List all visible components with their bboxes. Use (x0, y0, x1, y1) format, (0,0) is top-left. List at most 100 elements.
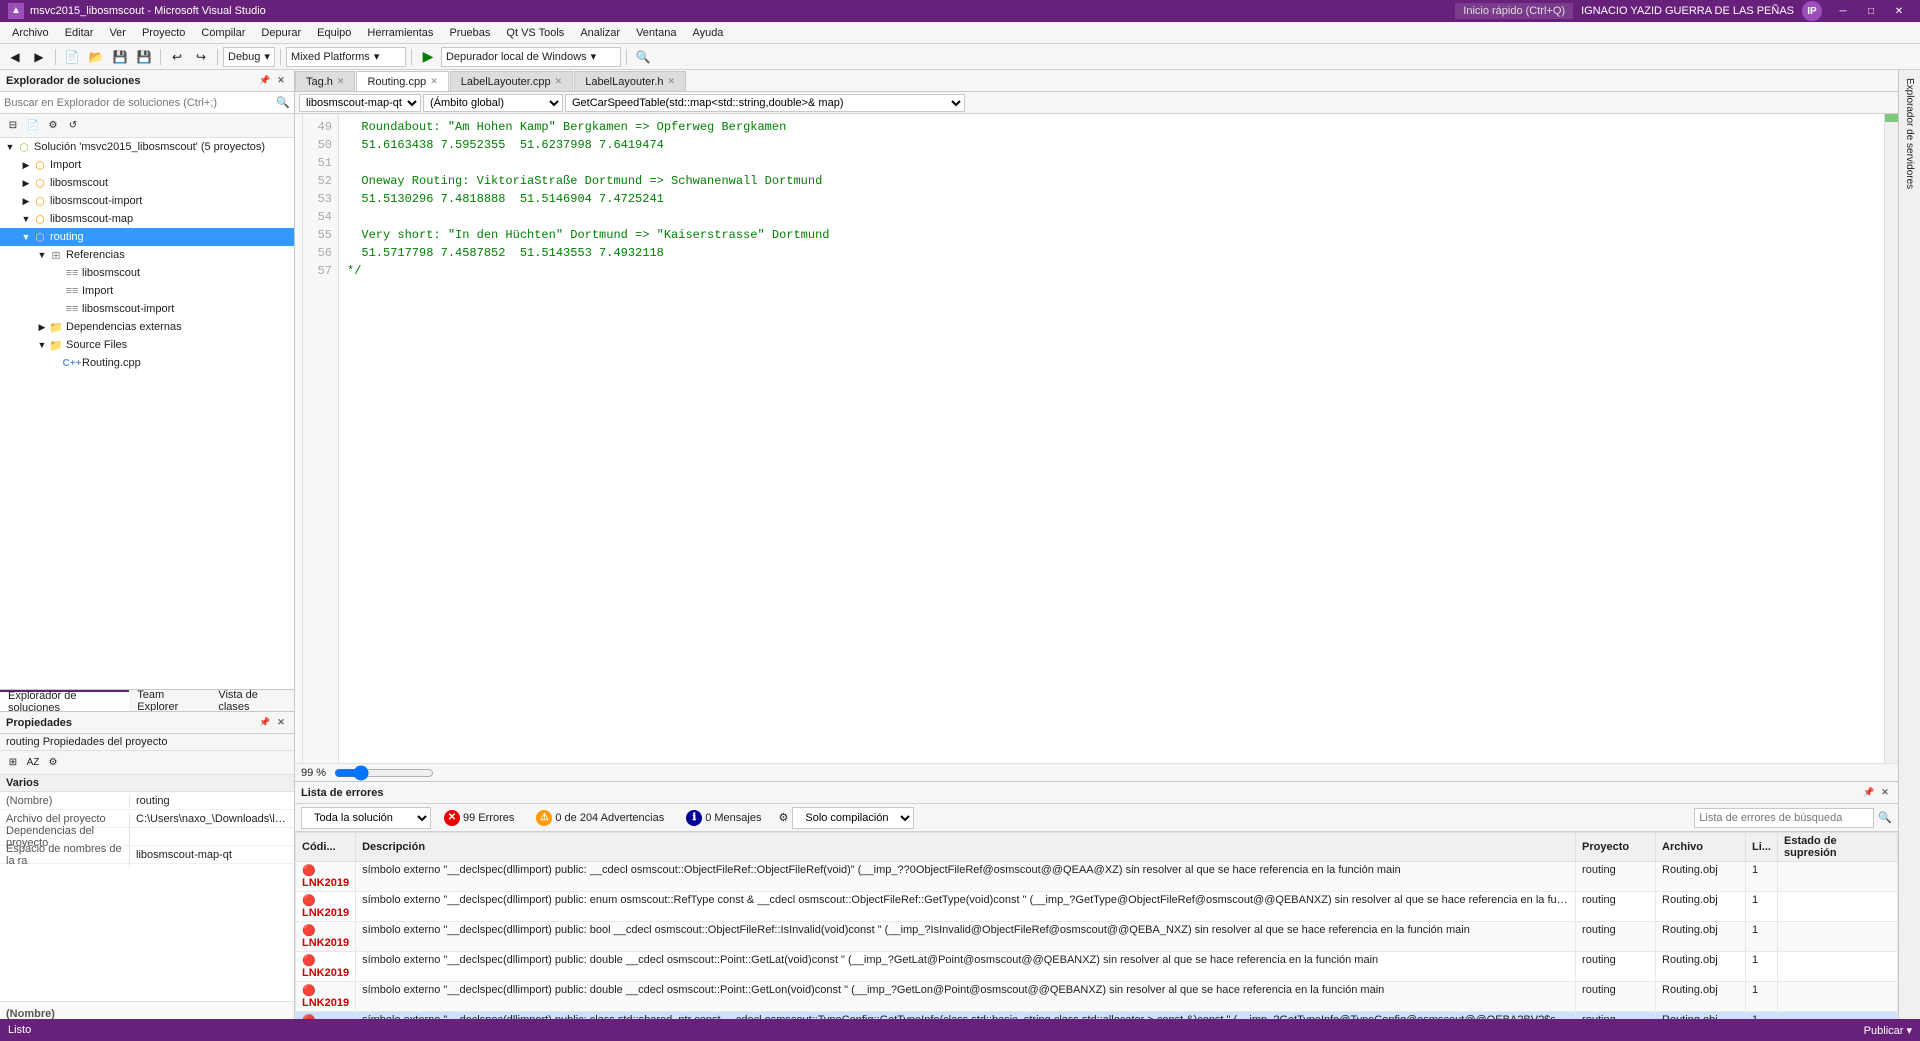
tree-ref-libosmscout[interactable]: ≡≡ libosmscout (0, 264, 294, 282)
properties-button[interactable]: ⚙ (44, 117, 62, 135)
libosmscout-toggle[interactable]: ▶ (20, 178, 32, 189)
warnings-filter-button[interactable]: ⚠ 0 de 204 Advertencias (527, 807, 673, 829)
publish-button[interactable]: Publicar ▾ (1864, 1024, 1912, 1037)
deps-externas-toggle[interactable]: ▶ (36, 322, 48, 333)
menu-archivo[interactable]: Archivo (4, 25, 57, 41)
col-file[interactable]: Archivo (1656, 833, 1746, 862)
tree-ref-import[interactable]: ≡≡ Import (0, 282, 294, 300)
col-description[interactable]: Descripción (356, 833, 1576, 862)
source-files-toggle[interactable]: ▼ (36, 340, 48, 350)
file-selector-dropdown[interactable]: libosmscout-map-qt (299, 94, 421, 112)
menu-qtvs[interactable]: Qt VS Tools (498, 25, 572, 41)
tree-deps-externas[interactable]: ▶ 📁 Dependencias externas (0, 318, 294, 336)
col-code[interactable]: Códi... (296, 833, 356, 862)
menu-herramientas[interactable]: Herramientas (359, 25, 441, 41)
props-categorized-btn[interactable]: ⊞ (4, 754, 22, 772)
tab-labellayouterh-close[interactable]: ✕ (668, 76, 676, 87)
menu-equipo[interactable]: Equipo (309, 25, 359, 41)
col-suppress[interactable]: Estado de supresión (1778, 833, 1898, 862)
forward-button[interactable]: ▶ (28, 47, 50, 67)
menu-ayuda[interactable]: Ayuda (684, 25, 731, 41)
tree-libosmscout-map[interactable]: ▼ ⬡ libosmscout-map (0, 210, 294, 228)
error-search-input[interactable] (1694, 808, 1874, 828)
props-close-button[interactable]: ✕ (274, 716, 288, 730)
routing-toggle[interactable]: ▼ (20, 232, 32, 242)
col-line[interactable]: Li... (1746, 833, 1778, 862)
tab-labellayouterh[interactable]: LabelLayouter.h ✕ (574, 71, 686, 91)
collapse-all-button[interactable]: ⊟ (4, 117, 22, 135)
error-panel-pin[interactable]: 📌 (1862, 786, 1876, 800)
scope-filter-dropdown[interactable]: Toda la solución (301, 807, 431, 829)
error-table-row[interactable]: 🔴 LNK2019 símbolo externo "__declspec(dl… (296, 952, 1898, 982)
tab-explorador-soluciones[interactable]: Explorador de soluciones (0, 690, 129, 711)
error-table-row[interactable]: 🔴 LNK2019 símbolo externo "__declspec(dl… (296, 922, 1898, 952)
tab-labellayoutercpp-close[interactable]: ✕ (555, 76, 563, 87)
tab-tagh-close[interactable]: ✕ (337, 76, 345, 87)
error-table-row[interactable]: 🔴 LNK2019 símbolo externo "__declspec(dl… (296, 982, 1898, 1012)
right-tab-server-explorer[interactable]: Explorador de servidores (1900, 74, 1919, 193)
maximize-button[interactable]: □ (1858, 0, 1884, 22)
error-table-row[interactable]: 🔴 LNK2019 símbolo externo "__declspec(dl… (296, 892, 1898, 922)
tree-routing[interactable]: ▼ ⬡ routing (0, 228, 294, 246)
platform-dropdown[interactable]: Mixed Platforms ▾ (286, 47, 406, 67)
menu-editar[interactable]: Editar (57, 25, 102, 41)
menu-ventana[interactable]: Ventana (628, 25, 684, 41)
menu-compilar[interactable]: Compilar (193, 25, 253, 41)
back-button[interactable]: ◀ (4, 47, 26, 67)
tab-vista-clases[interactable]: Vista de clases (210, 690, 294, 711)
build-filter-dropdown[interactable]: Solo compilación (792, 807, 914, 829)
new-file-button[interactable]: 📄 (61, 47, 83, 67)
messages-filter-button[interactable]: ℹ 0 Mensajes (677, 807, 770, 829)
build-config-dropdown[interactable]: Debug ▾ (223, 47, 275, 67)
props-properties-btn[interactable]: ⚙ (44, 754, 62, 772)
redo-button[interactable]: ↪ (190, 47, 212, 67)
editor-scrollbar[interactable] (1884, 114, 1898, 763)
menu-pruebas[interactable]: Pruebas (441, 25, 498, 41)
import-toggle[interactable]: ▶ (20, 160, 32, 171)
debug-target-dropdown[interactable]: Depurador local de Windows ▾ (441, 47, 621, 67)
solution-search-box[interactable]: 🔍 (0, 92, 294, 114)
menu-proyecto[interactable]: Proyecto (134, 25, 193, 41)
col-project[interactable]: Proyecto (1576, 833, 1656, 862)
play-button[interactable]: ▶ (417, 47, 439, 67)
search-button[interactable]: 🔍 (632, 47, 654, 67)
save-button[interactable]: 💾 (109, 47, 131, 67)
tree-ref-libosmscout-import[interactable]: ≡≡ libosmscout-import (0, 300, 294, 318)
quick-search-box[interactable]: Inicio rápido (Ctrl+Q) (1455, 3, 1573, 19)
tab-labellayoutercpp[interactable]: LabelLayouter.cpp ✕ (450, 71, 573, 91)
props-pin-button[interactable]: 📌 (258, 716, 272, 730)
solution-toggle[interactable]: ▼ (4, 142, 16, 152)
libosmscout-map-toggle[interactable]: ▼ (20, 214, 32, 224)
error-table-row[interactable]: 🔴 LNK2019 símbolo externo "__declspec(dl… (296, 862, 1898, 892)
show-files-button[interactable]: 📄 (24, 117, 42, 135)
undo-button[interactable]: ↩ (166, 47, 188, 67)
tree-import[interactable]: ▶ ⬡ Import (0, 156, 294, 174)
tab-routingcpp-close[interactable]: ✕ (430, 76, 438, 87)
close-panel-button[interactable]: ✕ (274, 74, 288, 88)
tab-team-explorer[interactable]: Team Explorer (129, 690, 210, 711)
solution-search-input[interactable] (4, 97, 276, 109)
menu-depurar[interactable]: Depurar (253, 25, 309, 41)
close-button[interactable]: ✕ (1886, 0, 1912, 22)
tree-source-files[interactable]: ▼ 📁 Source Files (0, 336, 294, 354)
save-all-button[interactable]: 💾 (133, 47, 155, 67)
symbol-dropdown[interactable]: GetCarSpeedTable(std::map<std::string,do… (565, 94, 965, 112)
zoom-slider[interactable] (334, 765, 434, 781)
tab-tagh[interactable]: Tag.h ✕ (295, 71, 355, 91)
minimize-button[interactable]: ─ (1830, 0, 1856, 22)
tree-libosmscout-import[interactable]: ▶ ⬡ libosmscout-import (0, 192, 294, 210)
tab-routingcpp[interactable]: Routing.cpp ✕ (356, 71, 448, 91)
open-file-button[interactable]: 📂 (85, 47, 107, 67)
code-content[interactable]: Roundabout: "Am Hohen Kamp" Bergkamen =>… (339, 114, 1884, 763)
menu-ver[interactable]: Ver (101, 25, 134, 41)
error-table-row[interactable]: 🔴 LNK2019 símbolo externo "__declspec(dl… (296, 1012, 1898, 1020)
pin-button[interactable]: 📌 (258, 74, 272, 88)
refresh-button[interactable]: ↺ (64, 117, 82, 135)
menu-analizar[interactable]: Analizar (572, 25, 628, 41)
tree-libosmscout[interactable]: ▶ ⬡ libosmscout (0, 174, 294, 192)
tree-referencias[interactable]: ▼ ⊞ Referencias (0, 246, 294, 264)
props-alphabetical-btn[interactable]: AZ (24, 754, 42, 772)
error-panel-close[interactable]: ✕ (1878, 786, 1892, 800)
tree-routing-cpp[interactable]: C++ Routing.cpp (0, 354, 294, 372)
referencias-toggle[interactable]: ▼ (36, 250, 48, 260)
